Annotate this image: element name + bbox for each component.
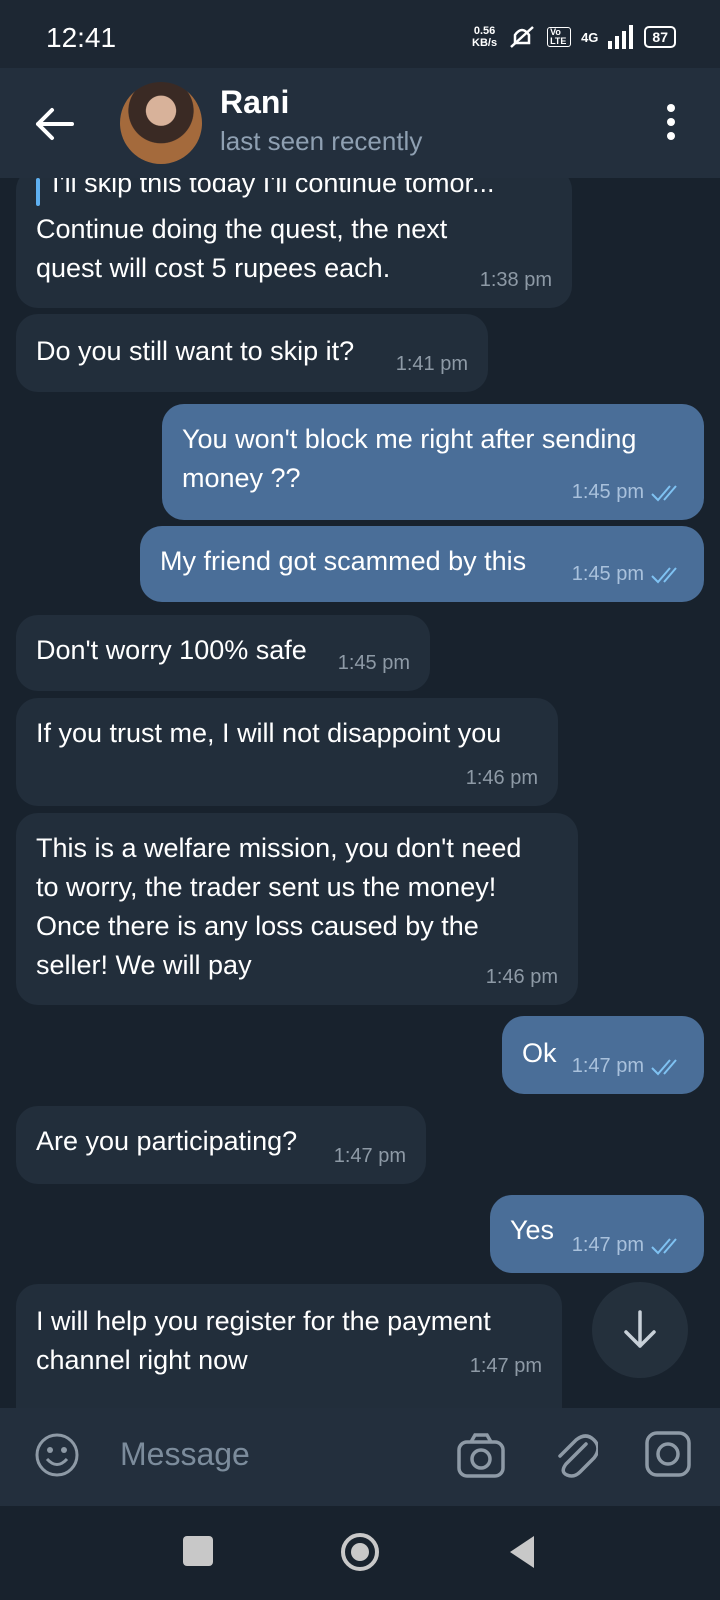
double-check-icon bbox=[651, 566, 677, 583]
message-text: If you trust me, I will not disappoint y… bbox=[36, 718, 502, 748]
more-vertical-icon[interactable] bbox=[666, 104, 676, 144]
mute-icon bbox=[510, 26, 534, 48]
message-time: 1:47 pm bbox=[333, 1145, 406, 1167]
message-text: Once there is any loss caused by the bbox=[36, 911, 479, 941]
scroll-down-button[interactable] bbox=[592, 1282, 688, 1378]
double-check-icon bbox=[651, 1058, 677, 1075]
arrow-left-icon[interactable] bbox=[32, 104, 76, 144]
double-check-icon bbox=[651, 484, 677, 501]
message-bubble[interactable]: My friend got scammed by this 1:45 pm bbox=[140, 526, 704, 602]
last-seen-status: last seen recently bbox=[220, 126, 423, 156]
message-bubble[interactable]: I will help you register for the payment… bbox=[16, 1284, 562, 1408]
message-bubble[interactable]: Ok 1:47 pm bbox=[502, 1016, 704, 1094]
message-bubble[interactable]: You won't block me right after sending m… bbox=[162, 404, 704, 520]
message-text: I will help you register for the payment bbox=[36, 1306, 491, 1336]
message-time: 1:45 pm bbox=[572, 555, 684, 594]
message-time: 1:47 pm bbox=[572, 1047, 684, 1086]
recents-icon[interactable] bbox=[183, 1536, 213, 1566]
contact-name[interactable]: Rani bbox=[220, 84, 289, 121]
chat-header: Rani last seen recently bbox=[0, 68, 720, 178]
message-text: Continue doing the quest, the next bbox=[36, 214, 448, 244]
arrow-down-icon bbox=[624, 1310, 656, 1348]
volte-badge: Vo LTE bbox=[547, 27, 572, 47]
system-nav-bar bbox=[0, 1506, 720, 1600]
signal-icon bbox=[608, 25, 634, 49]
network-type: 4G bbox=[581, 29, 599, 45]
smiley-icon[interactable] bbox=[34, 1432, 80, 1478]
avatar[interactable] bbox=[120, 82, 202, 164]
status-icons: 0.56 KB/s Vo LTE 4G 87 bbox=[472, 22, 676, 52]
message-text: to worry, the trader sent us the money! bbox=[36, 872, 497, 902]
message-text: You won't block me right after sending bbox=[182, 424, 637, 454]
message-text: This is a welfare mission, you don't nee… bbox=[36, 833, 522, 863]
message-input[interactable]: Message bbox=[120, 1436, 250, 1473]
back-triangle-icon[interactable] bbox=[508, 1534, 536, 1570]
message-bubble[interactable]: Are you participating? 1:47 pm bbox=[16, 1106, 426, 1184]
battery-indicator: 87 bbox=[644, 26, 676, 48]
message-bubble[interactable]: Don't worry 100% safe 1:45 pm bbox=[16, 615, 430, 691]
home-icon[interactable] bbox=[340, 1532, 380, 1572]
paperclip-icon[interactable] bbox=[552, 1430, 598, 1480]
message-list[interactable]: I'll skip this today I'll continue tomor… bbox=[0, 178, 720, 1408]
network-speed: 0.56 KB/s bbox=[472, 25, 498, 49]
message-time: 1:45 pm bbox=[572, 473, 684, 512]
message-text: channel right now bbox=[36, 1345, 248, 1375]
message-bubble[interactable]: Do you still want to skip it? 1:41 pm bbox=[16, 314, 488, 392]
camera-icon[interactable] bbox=[456, 1432, 506, 1480]
reply-indicator bbox=[36, 178, 40, 206]
message-input-bar: Message bbox=[0, 1408, 720, 1506]
message-time: 1:47 pm bbox=[469, 1355, 542, 1377]
message-time: 1:45 pm bbox=[337, 652, 410, 674]
message-time: 1:41 pm bbox=[395, 353, 468, 375]
double-check-icon bbox=[651, 1237, 677, 1254]
message-time: 1:46 pm bbox=[485, 966, 558, 988]
message-time: 1:38 pm bbox=[479, 269, 552, 291]
message-text: quest will cost 5 rupees each. bbox=[36, 253, 391, 283]
message-bubble[interactable]: I'll skip this today I'll continue tomor… bbox=[16, 178, 572, 308]
message-time: 1:47 pm bbox=[572, 1226, 684, 1265]
reply-preview: I'll skip this today I'll continue tomor… bbox=[52, 178, 495, 198]
message-bubble[interactable]: This is a welfare mission, you don't nee… bbox=[16, 813, 578, 1005]
video-message-icon[interactable] bbox=[644, 1430, 692, 1478]
message-bubble[interactable]: Yes 1:47 pm bbox=[490, 1195, 704, 1273]
message-text: seller! We will pay bbox=[36, 950, 252, 980]
status-bar: 12:41 0.56 KB/s Vo LTE 4G 87 bbox=[0, 0, 720, 68]
message-time: 1:46 pm bbox=[465, 767, 538, 789]
status-time: 12:41 bbox=[46, 22, 117, 53]
message-bubble[interactable]: If you trust me, I will not disappoint y… bbox=[16, 698, 558, 806]
